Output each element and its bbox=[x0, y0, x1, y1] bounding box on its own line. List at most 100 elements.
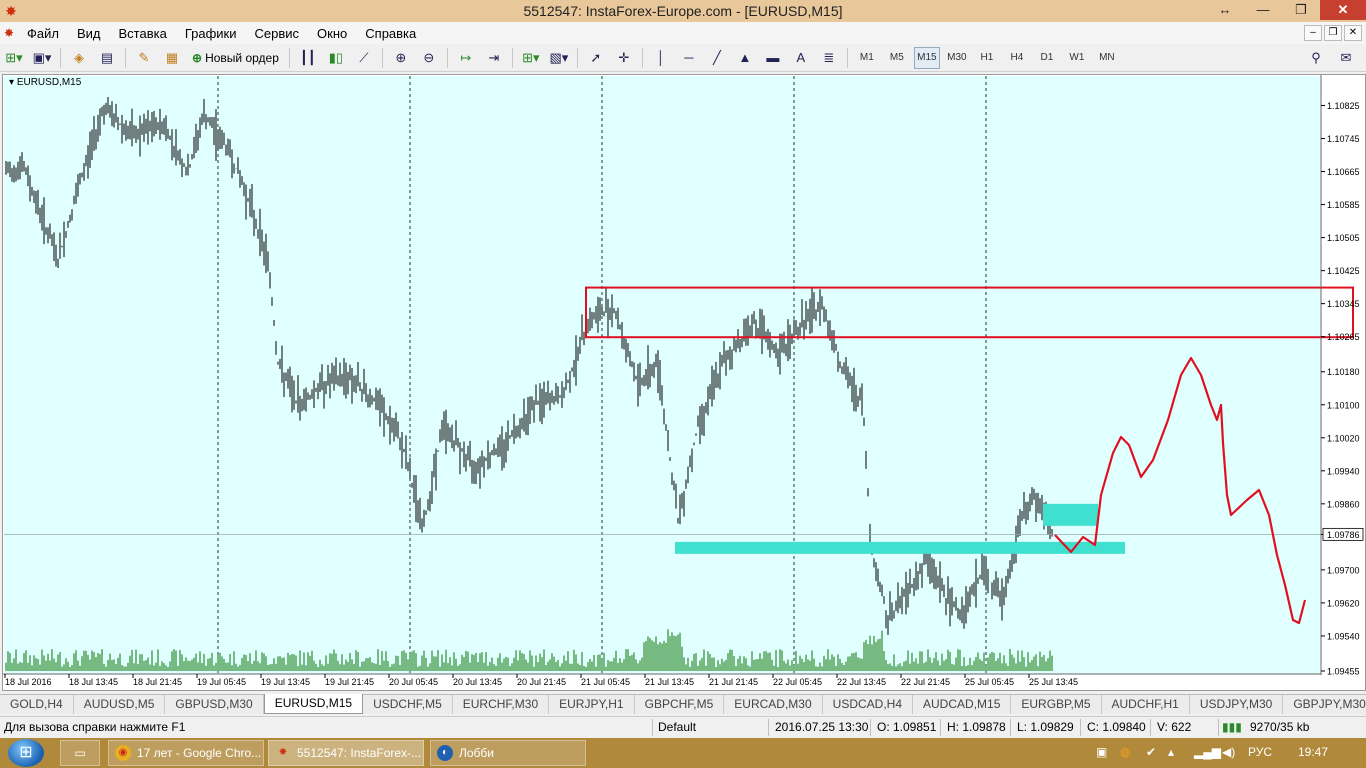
timeframe-d1[interactable]: D1 bbox=[1034, 47, 1060, 69]
strategy-tester-icon[interactable]: ✎ bbox=[132, 47, 156, 69]
price-label: 1.10180 bbox=[1327, 367, 1360, 377]
mdi-close-button[interactable]: ✕ bbox=[1344, 25, 1362, 41]
terminal-icon[interactable]: ▦ bbox=[160, 47, 184, 69]
vertical-line-icon[interactable]: │ bbox=[649, 47, 673, 69]
tab-gbpchf-m5[interactable]: GBPCHF,M5 bbox=[635, 695, 725, 714]
channel-icon[interactable]: ▲ bbox=[733, 47, 757, 69]
timeframe-m5[interactable]: M5 bbox=[884, 47, 910, 69]
profiles-icon[interactable]: ▣▾ bbox=[30, 47, 54, 69]
timeframe-m1[interactable]: M1 bbox=[854, 47, 880, 69]
taskbar-instaforex-button[interactable]: ✸ 5512547: InstaForex-... bbox=[268, 740, 424, 766]
tab-gbpusd-m30[interactable]: GBPUSD,M30 bbox=[165, 695, 264, 714]
new-order-button[interactable]: ⊕ Новый ордер bbox=[188, 47, 283, 69]
chat-icon[interactable]: ✉ bbox=[1334, 47, 1358, 69]
autoscroll-icon[interactable]: ↦ bbox=[454, 47, 478, 69]
shield-tray-icon[interactable]: ✔ bbox=[1146, 745, 1156, 759]
menu-view[interactable]: Вид bbox=[68, 26, 110, 41]
timeframe-w1[interactable]: W1 bbox=[1064, 47, 1090, 69]
market-watch-icon[interactable]: ◈ bbox=[67, 47, 91, 69]
start-button[interactable]: ⊞ bbox=[8, 739, 44, 767]
timeframe-m15[interactable]: M15 bbox=[913, 46, 940, 69]
timeframe-h4[interactable]: H4 bbox=[1004, 47, 1030, 69]
tab-gold-h4[interactable]: GOLD,H4 bbox=[0, 695, 74, 714]
support-zone-small[interactable] bbox=[1043, 503, 1098, 526]
new-chart-icon[interactable]: ⊞▾ bbox=[2, 47, 26, 69]
taskbar-chrome-button[interactable]: ◉ 17 лет - Google Chro... bbox=[108, 740, 264, 766]
time-axis: 18 Jul 2016 18 Jul 13:45 18 Jul 21:45 19 Ju… bbox=[4, 674, 1078, 687]
trendline-icon[interactable]: ╱ bbox=[705, 47, 729, 69]
maximize-button[interactable]: ❐ bbox=[1282, 0, 1320, 20]
tab-usdchf-m5[interactable]: USDCHF,M5 bbox=[363, 695, 453, 714]
close-button[interactable]: ✕ bbox=[1320, 0, 1366, 20]
price-label: 1.10425 bbox=[1327, 266, 1360, 276]
templates-icon[interactable]: ▧▾ bbox=[547, 47, 571, 69]
mdi-controls: – ❐ ✕ bbox=[1302, 25, 1362, 41]
fibonacci-icon[interactable]: ≣ bbox=[817, 47, 841, 69]
tab-audchf-h1[interactable]: AUDCHF,H1 bbox=[1102, 695, 1190, 714]
tab-eurjpy-h1[interactable]: EURJPY,H1 bbox=[549, 695, 635, 714]
price-label: 1.09455 bbox=[1327, 667, 1360, 677]
zoom-in-icon[interactable]: ⊕ bbox=[389, 47, 413, 69]
search-icon[interactable]: ⚲ bbox=[1304, 47, 1328, 69]
status-low: L: 1.09829 bbox=[1017, 720, 1074, 734]
app-menu-icon[interactable]: ✸ bbox=[0, 26, 18, 40]
tab-gbpjpy-m30[interactable]: GBPJPY,M30 bbox=[1283, 695, 1366, 714]
timeframe-h1[interactable]: H1 bbox=[974, 47, 1000, 69]
chart-shift-icon[interactable]: ⇥ bbox=[482, 47, 506, 69]
price-label: 1.09540 bbox=[1327, 631, 1360, 641]
menu-tools[interactable]: Сервис bbox=[246, 26, 309, 41]
tab-audusd-m5[interactable]: AUDUSD,M5 bbox=[74, 695, 166, 714]
tab-usdcad-h4[interactable]: USDCAD,H4 bbox=[823, 695, 914, 714]
price-chart[interactable]: 1.10825 1.10745 1.10665 1.10585 1.10505 1.104… bbox=[3, 75, 1365, 690]
menu-file[interactable]: Файл bbox=[18, 26, 68, 41]
network-tray-icon[interactable]: ▣ bbox=[1096, 745, 1107, 759]
menu-window[interactable]: Окно bbox=[308, 26, 356, 41]
menu-insert[interactable]: Вставка bbox=[110, 26, 176, 41]
mdi-minimize-button[interactable]: – bbox=[1304, 25, 1322, 41]
explorer-button[interactable]: ▭ bbox=[60, 740, 100, 766]
system-clock[interactable]: 19:47 bbox=[1298, 745, 1328, 759]
tab-eurgbp-m5[interactable]: EURGBP,M5 bbox=[1011, 695, 1102, 714]
cursor-icon[interactable]: ➚ bbox=[584, 47, 608, 69]
status-traffic: 9270/35 kb bbox=[1250, 720, 1310, 734]
tab-eurusd-m15[interactable]: EURUSD,M15 bbox=[263, 694, 364, 714]
timeframe-mn[interactable]: MN bbox=[1094, 47, 1120, 69]
status-divider bbox=[652, 719, 653, 736]
time-label: 21 Jul 21:45 bbox=[709, 677, 758, 687]
signal-tray-icon[interactable]: ▂▄▆ bbox=[1194, 745, 1221, 759]
indicators-icon[interactable]: ⊞▾ bbox=[519, 47, 543, 69]
rectangle-icon[interactable]: ▬ bbox=[761, 47, 785, 69]
keyboard-language[interactable]: РУС bbox=[1248, 745, 1272, 759]
yandex-tray-icon[interactable]: ◍ bbox=[1120, 745, 1130, 759]
tab-audcad-m15[interactable]: AUDCAD,M15 bbox=[913, 695, 1012, 714]
horizontal-line-icon[interactable]: ─ bbox=[677, 47, 701, 69]
candlestick-chart-icon[interactable]: ▮▯ bbox=[324, 47, 348, 69]
volume-tray-icon[interactable]: ◀) bbox=[1222, 745, 1235, 759]
minimize-button[interactable]: — bbox=[1244, 0, 1282, 20]
mdi-restore-button[interactable]: ❐ bbox=[1324, 25, 1342, 41]
chart-window[interactable]: ▾ EURUSD,M15 1.10825 1.10745 1.10665 1.1058… bbox=[2, 74, 1366, 691]
timeframe-m30[interactable]: M30 bbox=[944, 47, 970, 69]
zoom-out-icon[interactable]: ⊖ bbox=[417, 47, 441, 69]
line-chart-icon[interactable]: ⟋ bbox=[352, 47, 376, 69]
price-label: 1.10505 bbox=[1327, 233, 1360, 243]
time-label: 18 Jul 13:45 bbox=[69, 677, 118, 687]
status-divider bbox=[768, 719, 769, 736]
taskbar-lobby-button[interactable]: ◐ Лобби bbox=[430, 740, 586, 766]
support-zone[interactable] bbox=[675, 541, 1125, 554]
crosshair-icon[interactable]: ✛ bbox=[612, 47, 636, 69]
expand-tray-icon[interactable]: ▴ bbox=[1168, 745, 1174, 759]
status-help-text: Для вызова справки нажмите F1 bbox=[4, 720, 186, 734]
status-profile[interactable]: Default bbox=[658, 720, 696, 734]
status-divider bbox=[1010, 719, 1011, 736]
nav-arrows-icon[interactable]: ↔ bbox=[1206, 0, 1244, 20]
price-label: 1.09940 bbox=[1327, 466, 1360, 476]
menu-charts[interactable]: Графики bbox=[176, 26, 246, 41]
navigator-icon[interactable]: ▤ bbox=[95, 47, 119, 69]
text-tool-icon[interactable]: A bbox=[789, 47, 813, 69]
tab-usdjpy-m30[interactable]: USDJPY,M30 bbox=[1190, 695, 1284, 714]
bar-chart-icon[interactable]: ┃┃ bbox=[296, 47, 320, 69]
tab-eurchf-m30[interactable]: EURCHF,M30 bbox=[453, 695, 550, 714]
tab-eurcad-m30[interactable]: EURCAD,M30 bbox=[724, 695, 823, 714]
menu-help[interactable]: Справка bbox=[356, 26, 425, 41]
